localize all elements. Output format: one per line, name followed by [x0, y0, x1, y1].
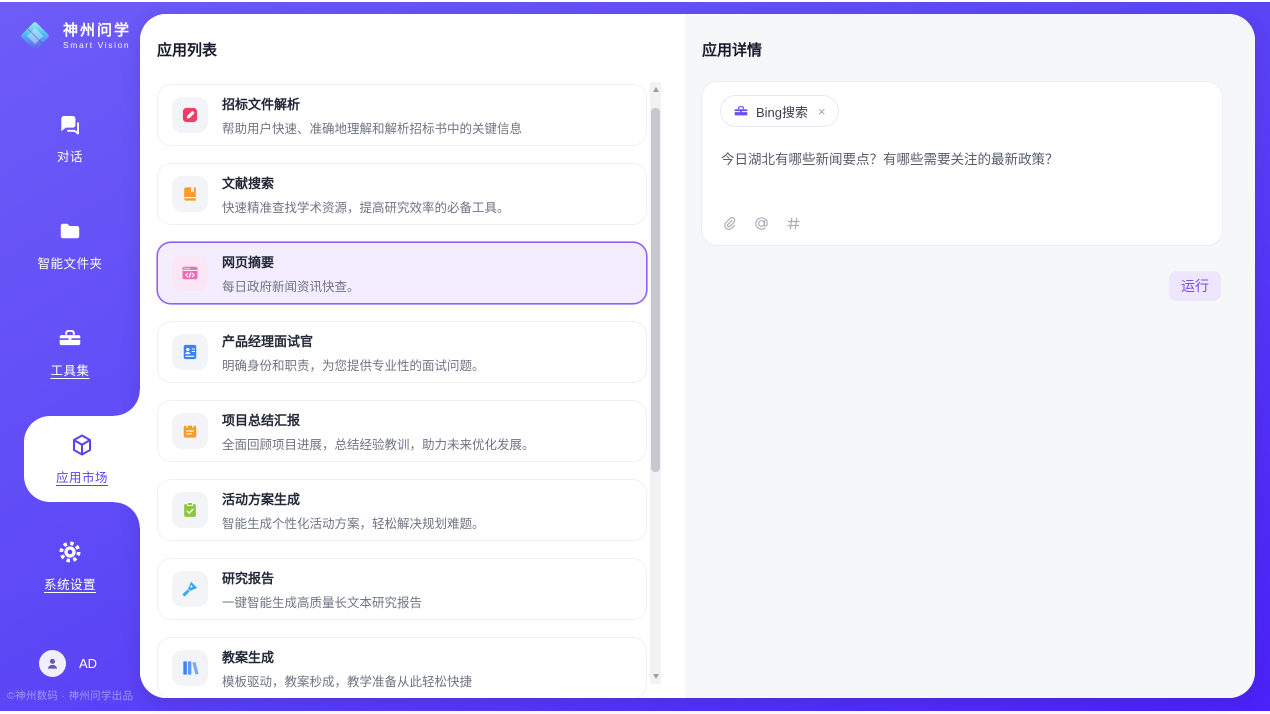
main-panel: 应用列表 招标文件解析 帮助用户快速、准确地理解和解析招标书中的关键信息 文献搜…	[140, 14, 1255, 698]
user-row[interactable]: AD	[39, 650, 97, 677]
briefcase-icon	[733, 103, 749, 119]
interview-icon	[172, 334, 208, 370]
tool-tag-bing-search[interactable]: Bing搜索 ×	[720, 95, 839, 127]
prompt-text-input[interactable]: 今日湖北有哪些新闻要点？有哪些需要关注的最新政策？	[721, 150, 1202, 170]
prompt-card: Bing搜索 × 今日湖北有哪些新闻要点？有哪些需要关注的最新政策？	[701, 81, 1223, 246]
avatar[interactable]	[39, 650, 66, 677]
app-list-pane: 应用列表 招标文件解析 帮助用户快速、准确地理解和解析招标书中的关键信息 文献搜…	[140, 14, 685, 698]
app-card[interactable]: 招标文件解析 帮助用户快速、准确地理解和解析招标书中的关键信息	[157, 84, 647, 146]
ink-pen-icon	[172, 571, 208, 607]
brand-subtitle: Smart Vision	[63, 40, 131, 50]
app-card-description: 明确身份和职责，为您提供专业性的面试问题。	[222, 355, 485, 374]
cube-icon	[69, 432, 95, 458]
app-card-title: 活动方案生成	[222, 489, 485, 508]
paperclip-icon[interactable]	[721, 215, 738, 232]
brand-text: 神州问学 Smart Vision	[63, 22, 131, 51]
person-icon	[44, 655, 61, 672]
brand-logo-row: 神州问学 Smart Vision	[0, 2, 140, 55]
book-icon	[172, 176, 208, 212]
browser-code-icon	[172, 255, 208, 291]
sidebar-item-chat[interactable]: 对话	[0, 95, 140, 181]
app-card-description: 全面回顾项目进展，总结经验教训，助力未来优化发展。	[222, 434, 535, 453]
app-card-title: 产品经理面试官	[222, 331, 485, 350]
chat-icon	[57, 111, 83, 137]
app-card[interactable]: 活动方案生成 智能生成个性化活动方案，轻松解决规划难题。	[157, 479, 647, 541]
sidebar-item-market[interactable]: 应用市场	[24, 416, 140, 502]
sidebar-item-tools[interactable]: 工具集	[0, 309, 140, 395]
app-card[interactable]: 文献搜索 快速精准查找学术资源，提高研究效率的必备工具。	[157, 163, 647, 225]
gear-icon	[57, 539, 83, 565]
notepad-icon	[172, 413, 208, 449]
hash-icon[interactable]	[785, 215, 802, 232]
user-initials: AD	[79, 656, 97, 671]
app-card[interactable]: 教案生成 模板驱动，教案秒成，教学准备从此轻松快捷	[157, 637, 647, 698]
app-card-description: 模板驱动，教案秒成，教学准备从此轻松快捷	[222, 671, 472, 690]
app-card[interactable]: 产品经理面试官 明确身份和职责，为您提供专业性的面试问题。	[157, 321, 647, 383]
brand-diamond-icon	[16, 17, 54, 55]
app-card-list: 招标文件解析 帮助用户快速、准确地理解和解析招标书中的关键信息 文献搜索 快速精…	[157, 84, 647, 698]
tool-tag-remove-icon[interactable]: ×	[818, 105, 826, 118]
app-list-title: 应用列表	[157, 39, 217, 60]
app-card-title: 文献搜索	[222, 173, 510, 192]
app-card-description: 一键智能生成高质量长文本研究报告	[222, 592, 422, 611]
app-card-title: 招标文件解析	[222, 94, 522, 113]
books-icon	[172, 650, 208, 686]
app-card-description: 帮助用户快速、准确地理解和解析招标书中的关键信息	[222, 118, 522, 137]
app-card-title: 项目总结汇报	[222, 410, 535, 429]
run-button[interactable]: 运行	[1169, 271, 1221, 301]
sidebar: 神州问学 Smart Vision 对话 智能文件夹 工具集 应用市场 系统设置…	[0, 2, 140, 711]
app-list-scrollbar[interactable]	[650, 82, 661, 684]
tool-tag-label: Bing搜索	[756, 102, 808, 121]
clipboard-check-icon	[172, 492, 208, 528]
edit-document-icon	[172, 97, 208, 133]
app-card-description: 智能生成个性化活动方案，轻松解决规划难题。	[222, 513, 485, 532]
sidebar-item-folders[interactable]: 智能文件夹	[0, 202, 140, 288]
copyright-footer: ©神州数码 · 神州问学出品	[7, 688, 133, 703]
app-card-title: 教案生成	[222, 647, 472, 666]
mention-icon[interactable]	[753, 215, 770, 232]
folder-icon	[57, 218, 83, 244]
sidebar-nav: 对话 智能文件夹 工具集 应用市场 系统设置	[0, 95, 140, 630]
sidebar-item-settings[interactable]: 系统设置	[0, 523, 140, 609]
toolbox-icon	[57, 325, 83, 351]
app-card[interactable]: 项目总结汇报 全面回顾项目进展，总结经验教训，助力未来优化发展。	[157, 400, 647, 462]
scroll-down-arrow-icon[interactable]	[650, 671, 661, 682]
scroll-up-arrow-icon[interactable]	[650, 84, 661, 95]
app-window: 应用列表 招标文件解析 帮助用户快速、准确地理解和解析招标书中的关键信息 文献搜…	[0, 0, 1270, 714]
app-detail-pane: 应用详情 Bing搜索 × 今日湖北有哪些新闻要点？有哪些需要关注的最新政策？ …	[685, 14, 1255, 698]
app-card-title: 研究报告	[222, 568, 422, 587]
scrollbar-thumb[interactable]	[651, 108, 660, 472]
app-card-title: 网页摘要	[222, 252, 360, 271]
app-card[interactable]: 网页摘要 每日政府新闻资讯快查。	[157, 242, 647, 304]
app-card-description: 快速精准查找学术资源，提高研究效率的必备工具。	[222, 197, 510, 216]
prompt-toolbar	[721, 215, 802, 232]
app-detail-title: 应用详情	[702, 39, 762, 60]
app-card-description: 每日政府新闻资讯快查。	[222, 276, 360, 295]
app-card[interactable]: 研究报告 一键智能生成高质量长文本研究报告	[157, 558, 647, 620]
brand-name: 神州问学	[63, 22, 131, 41]
